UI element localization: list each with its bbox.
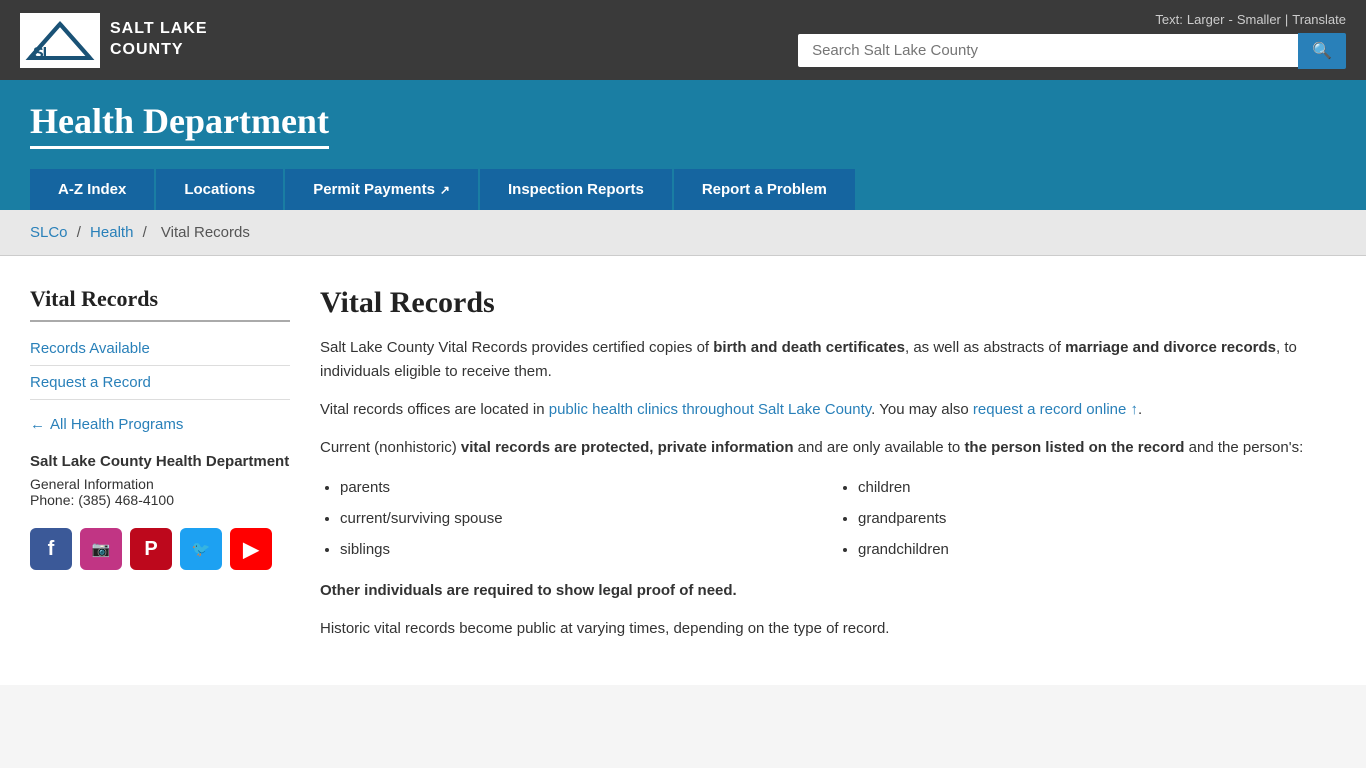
org-name: Salt Lake County Health Department (30, 453, 290, 470)
content-area: Vital Records Salt Lake County Vital Rec… (320, 286, 1336, 655)
content-title: Vital Records (320, 286, 1336, 320)
breadcrumb: SLCo / Health / Vital Records (0, 210, 1366, 256)
logo-text: SALT LAKE COUNTY (110, 19, 208, 61)
search-button[interactable]: 🔍 (1298, 33, 1346, 69)
list-item-parents: parents (340, 474, 818, 501)
info-line1: General Information (30, 476, 290, 492)
request-online-link[interactable]: request a record online ↑ (973, 401, 1138, 418)
facebook-icon[interactable]: f (30, 528, 72, 570)
breadcrumb-current: Vital Records (161, 224, 250, 241)
nav-bar: A-Z Index Locations Permit Payments ↗ In… (0, 169, 1366, 210)
content-para4: Historic vital records become public at … (320, 617, 1336, 641)
list-item-grandparents: grandparents (858, 505, 1336, 532)
nav-az-index[interactable]: A-Z Index (30, 169, 154, 210)
nav-report-problem[interactable]: Report a Problem (674, 169, 855, 210)
sidebar-social: f 📷 P 🐦 ▶ (30, 528, 290, 570)
search-input[interactable] (798, 34, 1298, 67)
content-para3: Current (nonhistoric) vital records are … (320, 436, 1336, 460)
sidebar-title: Vital Records (30, 286, 290, 322)
content-para1: Salt Lake County Vital Records provides … (320, 336, 1336, 384)
sidebar: Vital Records Records Available Request … (30, 286, 290, 655)
top-header: SL SALT LAKE COUNTY Text: Larger - Small… (0, 0, 1366, 80)
youtube-icon[interactable]: ▶ (230, 528, 272, 570)
sidebar-info: Salt Lake County Health Department Gener… (30, 453, 290, 508)
sidebar-records-available[interactable]: Records Available (30, 332, 290, 366)
instagram-icon[interactable]: 📷 (80, 528, 122, 570)
logo-box: SL (20, 13, 100, 68)
list-item-spouse: current/surviving spouse (340, 505, 818, 532)
text-size-controls: Text: Larger - Smaller | Translate (1155, 12, 1346, 27)
eligibility-list: parents children current/surviving spous… (340, 474, 1336, 563)
logo-area: SL SALT LAKE COUNTY (20, 13, 208, 68)
list-item-grandchildren: grandchildren (858, 536, 1336, 563)
breadcrumb-health[interactable]: Health (90, 224, 133, 241)
back-arrow-icon: ← (30, 416, 45, 433)
text-label: Text: (1155, 12, 1182, 27)
sidebar-request-record[interactable]: Request a Record (30, 366, 290, 400)
header-right: Text: Larger - Smaller | Translate 🔍 (798, 12, 1346, 69)
dept-banner: Health Department (0, 80, 1366, 169)
translate-link[interactable]: Translate (1292, 12, 1346, 27)
smaller-link[interactable]: Smaller (1237, 12, 1281, 27)
dept-title: Health Department (30, 100, 329, 149)
sidebar-back-link[interactable]: ← All Health Programs (30, 416, 290, 433)
bold-person-listed: the person listed on the record (964, 439, 1184, 456)
list-item-siblings: siblings (340, 536, 818, 563)
sidebar-nav: Records Available Request a Record (30, 332, 290, 400)
larger-link[interactable]: Larger (1187, 12, 1225, 27)
pinterest-icon[interactable]: P (130, 528, 172, 570)
bold-birth-death: birth and death certificates (713, 339, 905, 356)
breadcrumb-slco[interactable]: SLCo (30, 224, 68, 241)
content-warning: Other individuals are required to show l… (320, 579, 1336, 603)
external-link-icon: ↗ (440, 183, 450, 197)
content-para2: Vital records offices are located in pub… (320, 398, 1336, 422)
info-line2: Phone: (385) 468-4100 (30, 492, 290, 508)
nav-inspection-reports[interactable]: Inspection Reports (480, 169, 672, 210)
clinics-link[interactable]: public health clinics throughout Salt La… (549, 401, 871, 418)
list-item-children: children (858, 474, 1336, 501)
search-bar: 🔍 (798, 33, 1346, 69)
svg-text:SL: SL (33, 45, 53, 62)
nav-permit-payments[interactable]: Permit Payments ↗ (285, 169, 478, 210)
bold-protected: vital records are protected, private inf… (461, 439, 794, 456)
main-container: Vital Records Records Available Request … (0, 256, 1366, 685)
bold-marriage-divorce: marriage and divorce records (1065, 339, 1276, 356)
twitter-icon[interactable]: 🐦 (180, 528, 222, 570)
nav-locations[interactable]: Locations (156, 169, 283, 210)
